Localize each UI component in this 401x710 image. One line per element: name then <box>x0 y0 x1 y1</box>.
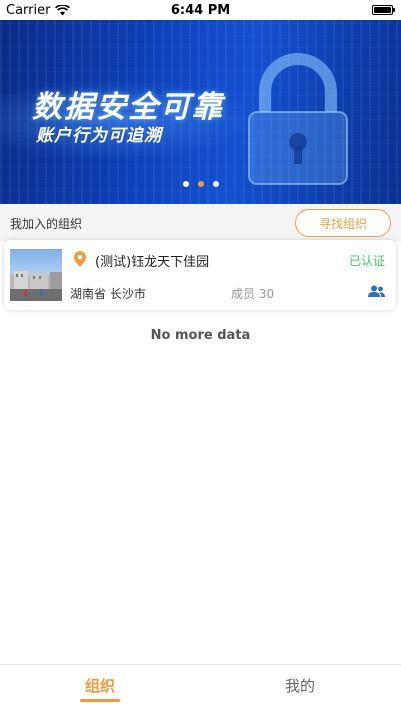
battery-icon <box>372 5 395 15</box>
organization-name: (测试)钰龙天下佳园 <box>95 255 210 270</box>
active-tab-indicator <box>80 699 120 702</box>
carousel-dot-active[interactable] <box>197 181 204 187</box>
banner-title: 数据安全可靠 <box>32 90 224 125</box>
carousel-dot[interactable] <box>182 181 189 187</box>
tab-organization-label: 组织 <box>84 677 115 695</box>
section-title: 我加入的组织 <box>10 217 83 231</box>
location-pin-icon <box>74 251 86 267</box>
members-icon[interactable] <box>368 285 385 298</box>
member-count: 成员 30 <box>231 287 275 301</box>
banner-carousel[interactable]: 数据安全可靠 账户行为可追溯 <box>0 20 401 204</box>
find-organization-button[interactable]: 寻找组织 <box>295 209 391 237</box>
verified-badge: 已认证 <box>348 254 385 268</box>
organization-location: 湖南省 长沙市 <box>70 287 146 301</box>
section-header: 我加入的组织 寻找组织 <box>0 204 401 242</box>
status-time: 6:44 PM <box>170 3 231 18</box>
organization-photo <box>10 249 62 301</box>
app-screen: Carrier 6:44 PM 数据安全可靠 账户行为可追溯 我加入的组织 寻找… <box>0 0 401 710</box>
carousel-dot[interactable] <box>212 181 219 187</box>
padlock-icon <box>248 53 348 185</box>
tab-mine-label: 我的 <box>284 677 315 695</box>
building-illustration <box>10 271 62 301</box>
carousel-indicator <box>0 181 401 187</box>
status-bar: Carrier 6:44 PM <box>0 0 401 20</box>
organization-card[interactable]: (测试)钰龙天下佳园 已认证 湖南省 长沙市 成员 30 <box>4 240 396 310</box>
tab-organization[interactable]: 组织 <box>0 665 200 710</box>
bottom-tab-bar: 组织 我的 <box>0 664 401 710</box>
list-end-text: No more data <box>150 328 251 343</box>
tab-mine[interactable]: 我的 <box>200 665 400 710</box>
banner-subtitle: 账户行为可追溯 <box>36 126 162 146</box>
